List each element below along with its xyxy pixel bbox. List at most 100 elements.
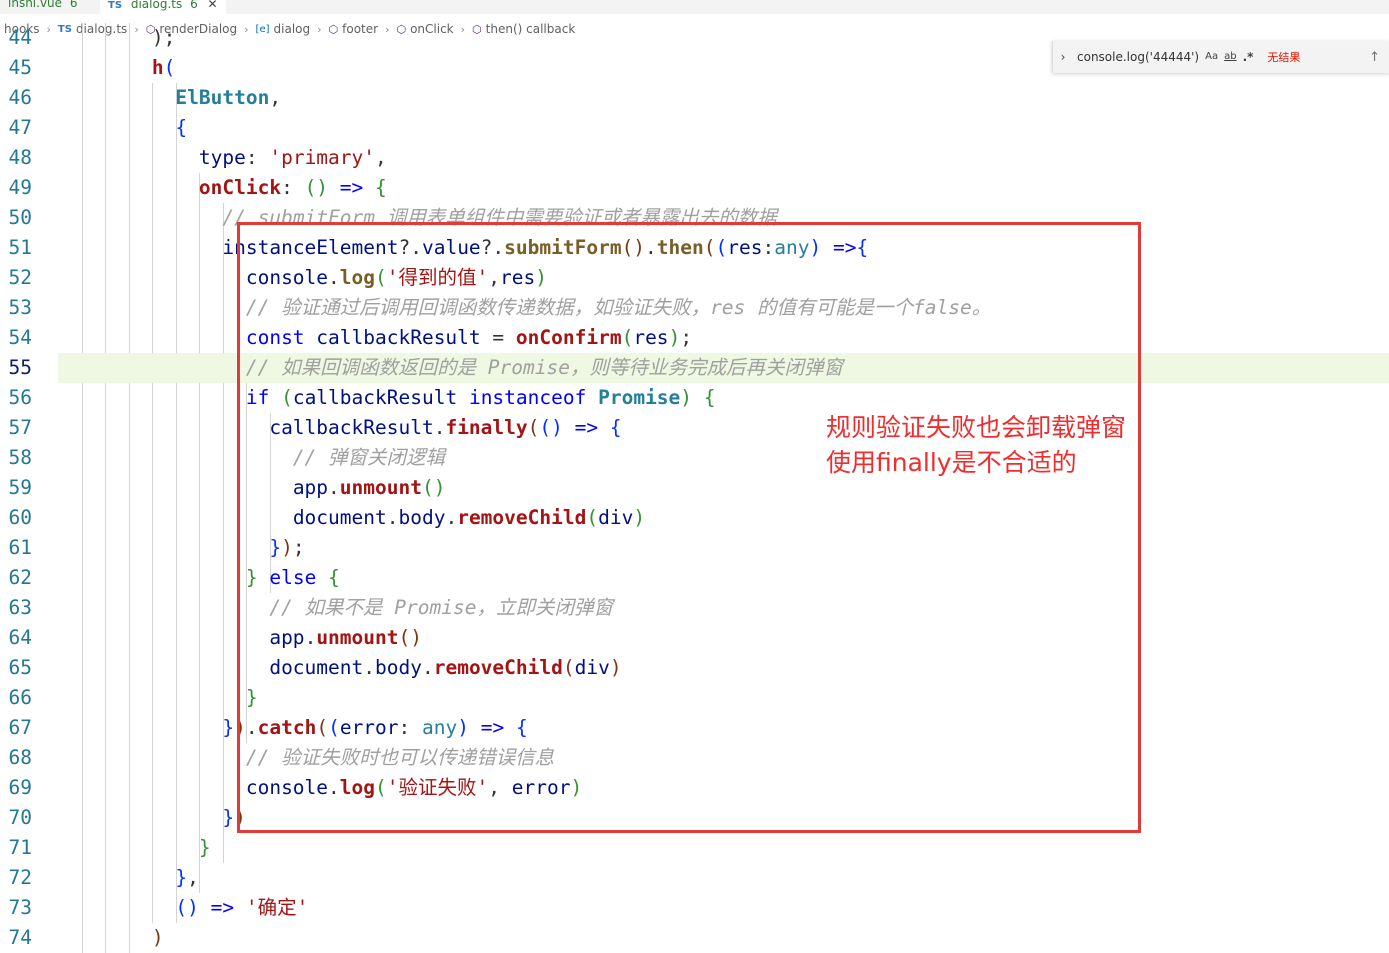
line-number: 47 [8,116,32,139]
code-line[interactable]: 50 // submitForm 调用表单组件中需要验证或者暴露出去的数据 [0,203,1389,233]
code-token: } [245,566,258,589]
code-line[interactable]: 72 }, [0,863,1389,893]
find-input[interactable]: console.log('44444') Aa ab .* [1073,46,1257,68]
code-token: '得到的值' [386,266,489,289]
code-token: 'primary' [269,146,376,169]
line-number: 64 [8,626,32,649]
code-line[interactable]: 54 const callbackResult = onConfirm(res)… [0,323,1389,353]
line-number: 56 [8,386,32,409]
code-token: { [375,176,387,199]
code-token: '确定' [245,896,309,919]
annotation-line-1: 规则验证失败也会卸载弹窗 [826,413,1127,442]
code-line[interactable]: 70 }) [0,803,1389,833]
code-token: ?. [398,236,422,259]
code-editor[interactable]: 44 ); 45 h(46 ElButton, 47 {48 type: 'prim… [0,23,1389,953]
code-token: instanceElement [222,236,399,259]
tab-dialog-ts[interactable]: TS dialog.ts 6 ✕ [100,0,226,14]
code-line[interactable]: 68 // 验证失败时也可以传递错误信息 [0,743,1389,773]
code-token: => [210,896,235,919]
code-token: any [422,716,458,739]
code-text: }).catch((error: any) => { [58,713,527,743]
code-line[interactable]: 52 console.log('得到的值',res) [0,263,1389,293]
code-text: }) [58,803,246,833]
regex-icon[interactable]: .* [1243,46,1254,68]
code-line[interactable]: 73 () => '确定' [0,893,1389,923]
code-line[interactable]: 66 } [0,683,1389,713]
arrow-up-icon[interactable]: ↑ [1369,50,1380,65]
code-token: div [598,506,634,529]
code-text: ) [58,923,164,953]
chevron-right-icon[interactable]: › [1053,50,1073,64]
code-line[interactable]: 71 } [0,833,1389,863]
line-number: 67 [8,716,32,739]
code-token: ) [151,926,164,949]
code-line[interactable]: 49 onClick: () => { [0,173,1389,203]
code-token: removeChild [457,506,587,529]
code-line[interactable]: 56 if (callbackResult instanceof Promise… [0,383,1389,413]
code-token: ) [234,806,246,829]
line-number: 48 [8,146,32,169]
code-line[interactable]: 69 console.log('验证失败', error) [0,773,1389,803]
tab-inshi-vue[interactable]: inshi.vue 6 [0,0,86,14]
code-token: div [574,656,610,679]
code-line[interactable]: 67 }).catch((error: any) => { [0,713,1389,743]
code-token: type [198,146,246,169]
code-token: : [762,236,775,259]
code-token: () [421,476,446,499]
code-token: // 验证失败时也可以传递错误信息 [245,746,555,769]
code-line[interactable]: 58 // 弹窗关闭逻辑 [0,443,1389,473]
code-line[interactable]: 74 ) [0,923,1389,953]
code-line[interactable]: 53 // 验证通过后调用回调函数传递数据，如验证失败，res 的值有可能是一个… [0,293,1389,323]
code-token: . [328,776,340,799]
code-token: callbackResult [269,416,434,439]
code-token: Promise [598,386,681,409]
code-token: ( [328,716,340,739]
code-line[interactable]: 64 app.unmount() [0,623,1389,653]
code-text: }, [58,863,199,893]
code-token: { [609,416,622,439]
code-line[interactable]: 47 { [0,113,1389,143]
code-token: => [480,716,505,739]
close-icon[interactable]: ✕ [208,0,218,11]
whole-word-icon[interactable]: ab [1224,46,1236,68]
code-line[interactable]: 57 callbackResult.finally(() => { [0,413,1389,443]
code-text: console.log('验证失败', error) [58,773,582,803]
code-token: instanceof [468,386,587,409]
code-token: ; [680,326,693,349]
code-line[interactable]: 62 } else { [0,563,1389,593]
code-line[interactable]: 59 app.unmount() [0,473,1389,503]
annotation-note: 规则验证失败也会卸载弹窗 使用finally是不合适的 [826,410,1126,480]
code-token: error [339,716,399,739]
code-line[interactable]: 61 }); [0,533,1389,563]
code-line[interactable]: 55 // 如果回调函数返回的是 Promise，则等待业务完成后再关闭弹窗 [0,353,1389,383]
code-line[interactable]: 63 // 如果不是 Promise，立即关闭弹窗 [0,593,1389,623]
code-line[interactable]: 48 type: 'primary', [0,143,1389,173]
find-result: 无结果 [1267,51,1301,64]
code-token: { [856,236,869,259]
match-case-icon[interactable]: Aa [1205,46,1218,68]
code-text: instanceElement?.value?.submitForm().the… [58,233,868,263]
code-token: { [175,116,188,139]
line-number: 59 [8,476,32,499]
code-line[interactable]: 65 document.body.removeChild(div) [0,653,1389,683]
code-line[interactable]: 60 document.body.removeChild(div) [0,503,1389,533]
code-line[interactable]: 46 ElButton, [0,83,1389,113]
tab-badge: 6 [69,0,78,10]
code-line[interactable]: 51 instanceElement?.value?.submitForm().… [0,233,1389,263]
code-token: ?. [480,236,505,259]
